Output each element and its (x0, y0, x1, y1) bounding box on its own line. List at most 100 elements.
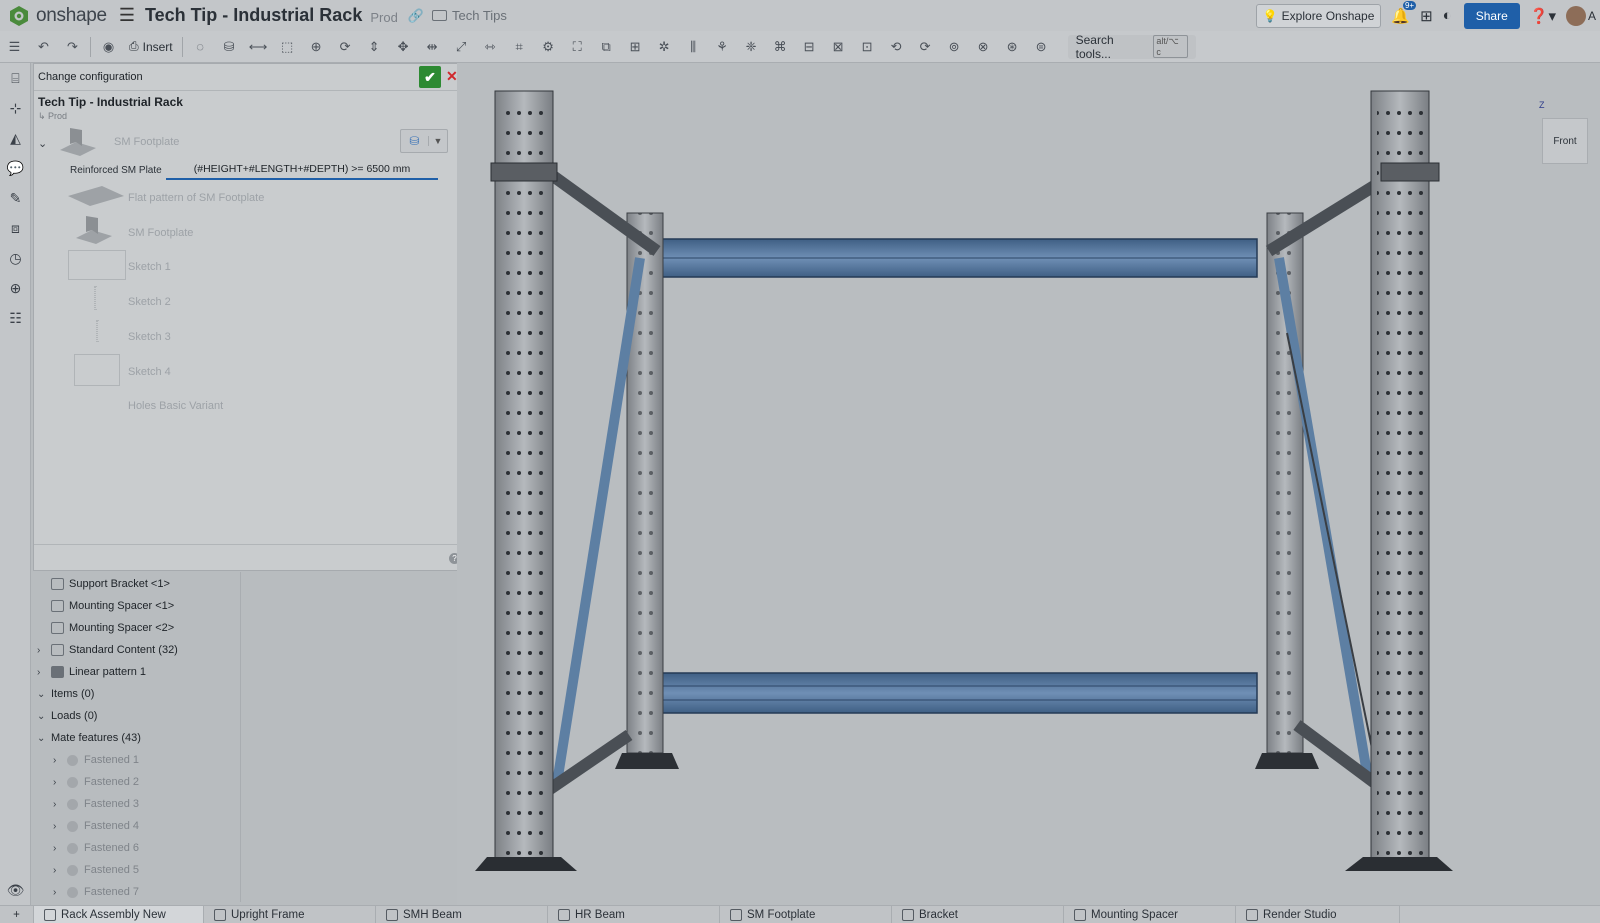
tab-bracket[interactable]: Bracket (892, 905, 1064, 923)
rack-model[interactable] (457, 63, 1600, 905)
chevron-right-icon[interactable]: › (53, 843, 67, 854)
mate-row[interactable]: › Fastened 2 (53, 772, 139, 792)
simulation-icon[interactable]: ⟲ (882, 33, 911, 61)
revolute-mate-icon[interactable]: ⟳ (331, 33, 360, 61)
menu-icon[interactable]: ☰ (119, 5, 135, 26)
left-bracket[interactable] (490, 162, 558, 182)
linear-relation-icon[interactable]: ❈ (737, 33, 766, 61)
help-icon[interactable]: ❓▾ (1530, 7, 1556, 25)
mates-icon[interactable]: ⊹ (0, 93, 31, 123)
add-tab-button[interactable]: + (0, 905, 34, 923)
view-cube-front[interactable]: Front (1542, 118, 1588, 164)
mate-connector-icon[interactable]: ⊞ (621, 33, 650, 61)
branch-label[interactable]: Prod (370, 10, 397, 25)
accept-button[interactable]: ✔ (419, 66, 441, 88)
folder-name[interactable]: Tech Tips (452, 8, 507, 23)
tree-item[interactable]: › Standard Content (32) (37, 640, 178, 660)
transform-icon[interactable]: ⬚ (273, 33, 302, 61)
graphics-viewport[interactable] (457, 63, 1600, 905)
history-icon[interactable]: ◷ (0, 243, 31, 273)
left-front-footplate[interactable] (475, 857, 577, 871)
panel-divider[interactable] (240, 572, 241, 902)
configuration-icon[interactable]: ◉ (94, 33, 123, 61)
replicate-icon[interactable]: ◌ (186, 33, 215, 61)
measure-icon[interactable]: ⊠ (824, 33, 853, 61)
mate-row[interactable]: › Fastened 5 (53, 860, 139, 880)
mate-row[interactable]: › Fastened 7 (53, 882, 139, 902)
mate-row[interactable]: › Fastened 4 (53, 816, 139, 836)
group-icon[interactable]: ⧉ (592, 33, 621, 61)
left-upper-brace[interactable] (538, 163, 661, 256)
tab-sm-footplate[interactable]: SM Footplate (720, 905, 892, 923)
view-toggle-icon[interactable]: 👁 (0, 875, 31, 905)
right-bracket[interactable] (1380, 162, 1440, 182)
notifications-icon[interactable]: 🔔 9+ (1391, 0, 1417, 25)
search-tools-input[interactable]: Search tools... alt/⌥ c (1067, 33, 1196, 61)
cylindrical-mate-icon[interactable]: ⇹ (418, 33, 447, 61)
redo-icon[interactable]: ↷ (58, 33, 87, 61)
tree-item[interactable]: ⌄ Loads (0) (37, 706, 97, 726)
feature-list-icon[interactable]: ☰ (0, 33, 29, 61)
apps-icon[interactable]: ⊞ (1420, 7, 1433, 25)
bom-icon[interactable]: ☷ (0, 303, 31, 333)
mass-properties-icon[interactable]: ⊡ (853, 33, 882, 61)
pattern-icon[interactable]: ⛁ (215, 33, 244, 61)
chevron-right-icon[interactable]: › (53, 865, 67, 876)
inspect-icon[interactable]: ⊕ (0, 273, 31, 303)
section-view-icon[interactable]: ⊟ (795, 33, 824, 61)
tree-item[interactable]: Mounting Spacer <1> (51, 596, 174, 616)
explode-icon[interactable]: ⌘ (766, 33, 795, 61)
chevron-down-icon[interactable]: ⌄ (38, 137, 47, 150)
cancel-button[interactable]: ✕ (446, 68, 458, 85)
tab-hr-beam[interactable]: HR Beam (548, 905, 720, 923)
slider-mate-icon[interactable]: ⇕ (360, 33, 389, 61)
curve-icon[interactable]: ⟳ (911, 33, 940, 61)
insert-button[interactable]: ⎙ Insert (123, 39, 179, 54)
undo-icon[interactable]: ↶ (29, 33, 58, 61)
fastened-mate-icon[interactable]: ⊕ (302, 33, 331, 61)
chevron-right-icon[interactable]: › (37, 667, 51, 678)
document-title[interactable]: Tech Tip - Industrial Rack (145, 5, 362, 26)
gear-relation-icon[interactable]: ✲ (650, 33, 679, 61)
tab-rack-assembly-new[interactable]: Rack Assembly New (34, 905, 204, 923)
render-icon[interactable]: ⊜ (1027, 33, 1056, 61)
chevron-right-icon[interactable]: › (53, 799, 67, 810)
chevron-right-icon[interactable]: › (53, 821, 67, 832)
avatar[interactable] (1565, 5, 1586, 26)
share-button[interactable]: Share (1463, 2, 1520, 29)
mate-row[interactable]: › Fastened 6 (53, 838, 139, 858)
animate-icon[interactable]: ⊛ (998, 33, 1027, 61)
ball-mate-icon[interactable]: ⇿ (476, 33, 505, 61)
appearance-icon[interactable]: ◭ (0, 123, 31, 153)
onshape-logo[interactable]: onshape (8, 5, 107, 27)
tangent-mate-icon[interactable]: ⚙ (534, 33, 563, 61)
chevron-right-icon[interactable]: › (53, 755, 67, 766)
tab-upright-frame[interactable]: Upright Frame (204, 905, 376, 923)
user-initial[interactable]: A (1588, 9, 1596, 23)
right-rear-footplate[interactable] (1255, 753, 1319, 769)
screw-relation-icon[interactable]: ⚘ (708, 33, 737, 61)
tree-item[interactable]: ⌄ Mate features (43) (37, 728, 141, 748)
chevron-down-icon[interactable]: ⌄ (37, 711, 51, 722)
parallel-mate-icon[interactable]: ⌗ (505, 33, 534, 61)
display-states-icon[interactable]: ⊚ (940, 33, 969, 61)
explore-onshape-button[interactable]: 💡 Explore Onshape (1255, 3, 1382, 28)
parts-icon[interactable]: ⧈ (0, 213, 31, 243)
tab-smh-beam[interactable]: SMH Beam (376, 905, 548, 923)
tab-render-studio[interactable]: Render Studio (1236, 905, 1400, 923)
comments-icon[interactable]: 💬 (0, 153, 31, 183)
left-rear-footplate[interactable] (615, 753, 679, 769)
tree-item[interactable]: Support Bracket <1> (51, 574, 170, 594)
chevron-down-icon[interactable]: ⌄ (37, 689, 51, 700)
part-selector-dropdown[interactable]: ⛁ ▼ (400, 129, 448, 153)
learning-icon[interactable]: ◐ (1443, 7, 1452, 24)
mirror-icon[interactable]: ⟷ (244, 33, 273, 61)
pin-slot-mate-icon[interactable]: ⤢ (447, 33, 476, 61)
chevron-down-icon[interactable]: ⌄ (37, 733, 51, 744)
rack-pinion-icon[interactable]: ⫼ (679, 33, 708, 61)
chevron-right-icon[interactable]: › (53, 777, 67, 788)
link-icon[interactable]: 🔗 (408, 8, 424, 24)
instances-icon[interactable]: ⌸ (0, 63, 31, 93)
notes-icon[interactable]: ✎ (0, 183, 31, 213)
bottom-beam[interactable] (656, 672, 1258, 714)
